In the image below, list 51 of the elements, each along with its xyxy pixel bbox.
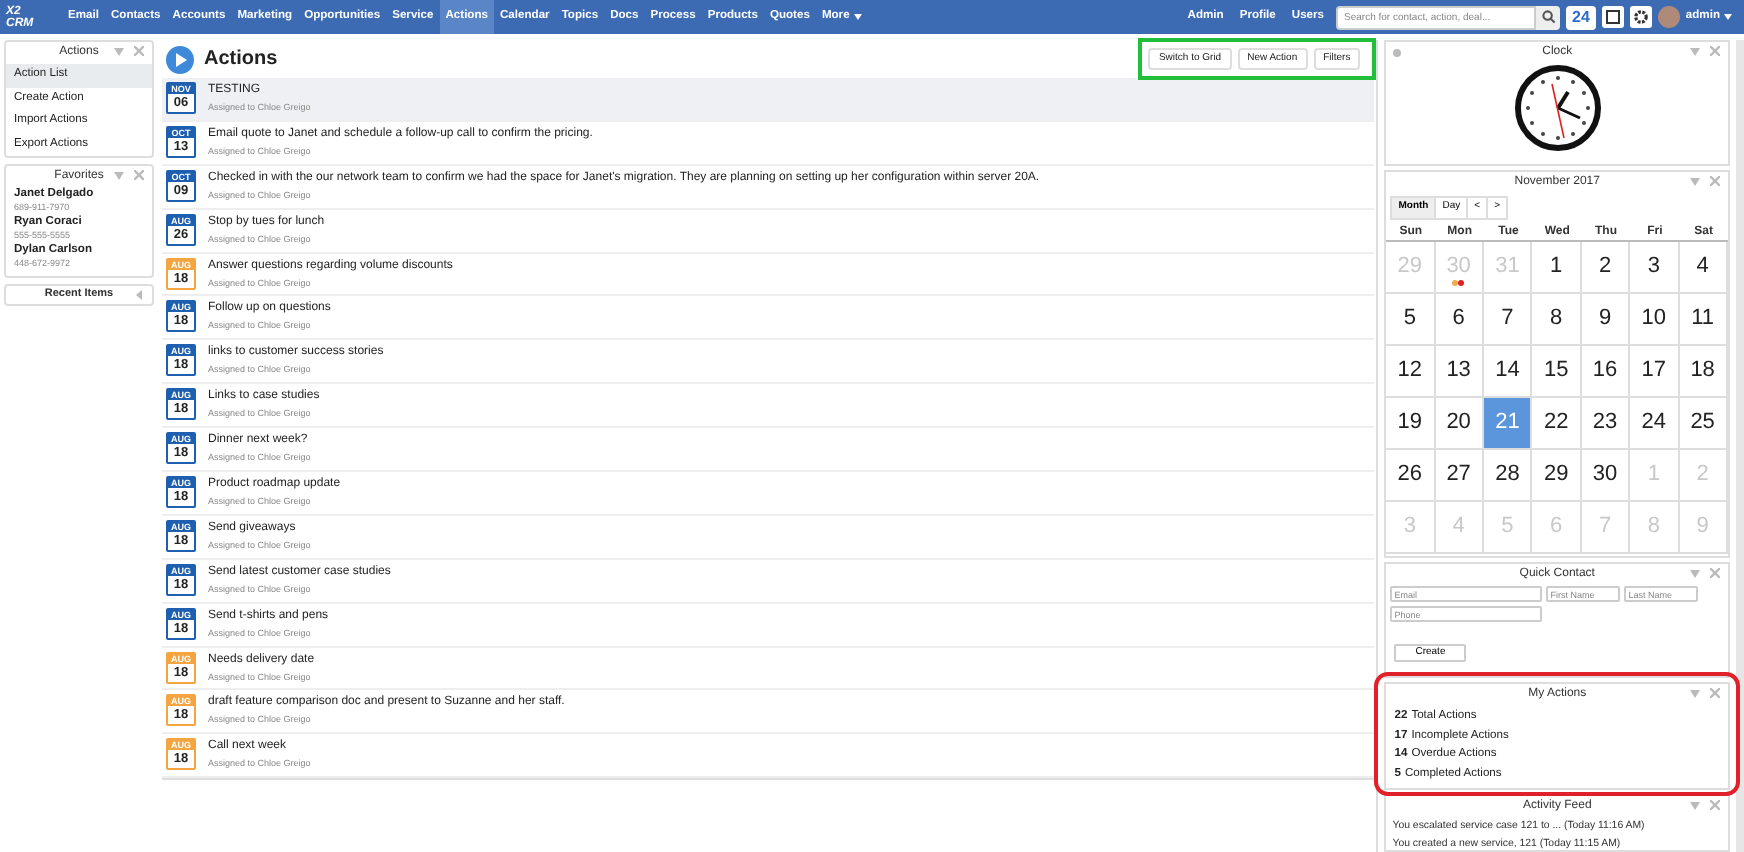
calendar-day[interactable]: 7 <box>1484 294 1533 346</box>
calendar-day[interactable]: 11 <box>1679 294 1729 346</box>
calendar-day[interactable]: 16 <box>1581 346 1631 398</box>
calendar-day[interactable]: 13 <box>1435 346 1485 398</box>
caret-icon <box>1690 569 1701 577</box>
calendar-day[interactable]: 22 <box>1532 398 1582 450</box>
calendar-day[interactable]: 17 <box>1630 346 1680 398</box>
calendar-day[interactable]: 8 <box>1532 294 1582 346</box>
caret-icon <box>114 47 124 55</box>
calendar-day[interactable]: 23 <box>1581 398 1631 450</box>
calendar-day[interactable]: 10 <box>1630 294 1680 346</box>
calendar-day[interactable]: 30 <box>1581 450 1631 502</box>
search-icon[interactable] <box>1541 10 1556 24</box>
calendar-day[interactable]: 27 <box>1435 450 1485 502</box>
settings-icon[interactable] <box>1629 6 1652 28</box>
caret-icon <box>1690 47 1701 55</box>
calendar-day[interactable]: 24 <box>1630 398 1680 450</box>
page-title: Actions <box>204 46 278 74</box>
close-icon[interactable] <box>134 46 144 56</box>
close-icon[interactable] <box>1710 800 1721 810</box>
play-icon <box>166 45 194 73</box>
caret-icon <box>1690 177 1701 185</box>
close-icon[interactable] <box>1710 688 1721 698</box>
calendar-day[interactable]: 29 <box>1532 450 1582 502</box>
caret-icon <box>114 171 124 179</box>
caret-icon <box>853 14 862 20</box>
calendar-day[interactable]: 12 <box>1386 346 1436 398</box>
calendar-day[interactable]: 19 <box>1386 398 1436 450</box>
calendar-day[interactable]: 1 <box>1532 242 1582 294</box>
caret-icon <box>136 290 142 300</box>
calendar-day[interactable]: 2 <box>1581 242 1631 294</box>
calendar-day[interactable]: 3 <box>1630 242 1680 294</box>
calendar-day[interactable]: 4 <box>1679 242 1729 294</box>
close-icon[interactable] <box>134 170 144 180</box>
calendar-day[interactable]: 26 <box>1386 450 1436 502</box>
close-icon[interactable] <box>1710 568 1721 578</box>
close-icon[interactable] <box>1710 176 1721 186</box>
caret-icon <box>1690 689 1701 697</box>
calendar-day[interactable]: 28 <box>1484 450 1533 502</box>
close-icon[interactable] <box>1710 46 1721 56</box>
notification-badge[interactable]: 24 <box>1566 5 1596 29</box>
calendar-day[interactable]: 18 <box>1679 346 1729 398</box>
calendar-day[interactable]: 6 <box>1435 294 1485 346</box>
clock-drawing <box>1513 64 1602 152</box>
calendar-day[interactable]: 5 <box>1386 294 1436 346</box>
calendar-day[interactable]: 25 <box>1679 398 1729 450</box>
caret-icon <box>1724 14 1732 20</box>
calendar-day[interactable]: 9 <box>1581 294 1631 346</box>
calendar-day[interactable]: 15 <box>1532 346 1582 398</box>
caret-icon <box>1690 801 1701 809</box>
window-icon[interactable] <box>1601 6 1624 28</box>
